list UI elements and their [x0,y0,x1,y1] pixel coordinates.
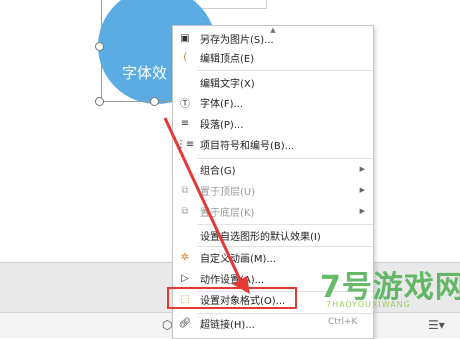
menu-item-edit-points[interactable]: ⟨ 编辑顶点(E) [173,47,373,67]
menu-item-paragraph[interactable]: ≡ 段落(P)... [173,113,373,133]
submenu-arrow-icon: ▶ [359,186,365,194]
menu-item-set-default-effect[interactable]: 设置自选图形的默认效果(I) [173,225,373,245]
menu-item-bring-to-front: ⧉ 置于顶层(U) ▶ [173,180,373,200]
resize-handle-bottom-left[interactable] [95,97,104,106]
menu-item-edit-text[interactable]: 编辑文字(X) [173,72,373,92]
menu-item-bullets[interactable]: ⋮≡ 项目符号和编号(B)... [173,134,373,154]
watermark: 7号游戏网 7HAOYOUXIWANG [320,262,460,320]
menu-item-send-to-back: ⧉ 置于底层(K) ▶ [173,201,373,221]
shape-text: 字体效 [122,64,168,82]
separator [197,70,373,71]
action-icon: ▷ [181,272,189,284]
picture-icon: ▣ [180,32,190,44]
list-view-icon[interactable]: ☰▾ [428,318,445,332]
submenu-arrow-icon: ▶ [359,207,365,215]
menu-item-font[interactable]: Ⓣ 字体(F)... [173,92,373,112]
resize-handle-bottom[interactable] [150,97,159,106]
watermark-subtext: 7HAOYOUXIWANG [326,300,411,309]
resize-handle-left[interactable] [95,42,104,51]
hyperlink-icon: 🔗︎ [178,317,192,329]
paragraph-icon: ≡ [180,117,190,129]
selection-border-bottom [101,101,172,102]
top-toolbar-fragment [195,0,267,9]
submenu-arrow-icon: ▶ [359,165,365,173]
bring-to-front-icon: ⧉ [181,184,189,196]
cube-icon: ⬡ [162,318,173,332]
font-icon: Ⓣ [180,98,190,110]
edit-points-icon: ⟨ [183,51,187,63]
send-to-back-icon: ⧉ [181,205,189,217]
menu-item-group[interactable]: 组合(G) ▶ [173,159,373,179]
bullets-icon: ⋮≡ [175,138,195,150]
animation-icon: ✲ [180,251,190,263]
menu-item-save-as-picture[interactable]: ▣ 另存为图片(S)... [173,32,373,45]
highlight-box [167,287,297,309]
